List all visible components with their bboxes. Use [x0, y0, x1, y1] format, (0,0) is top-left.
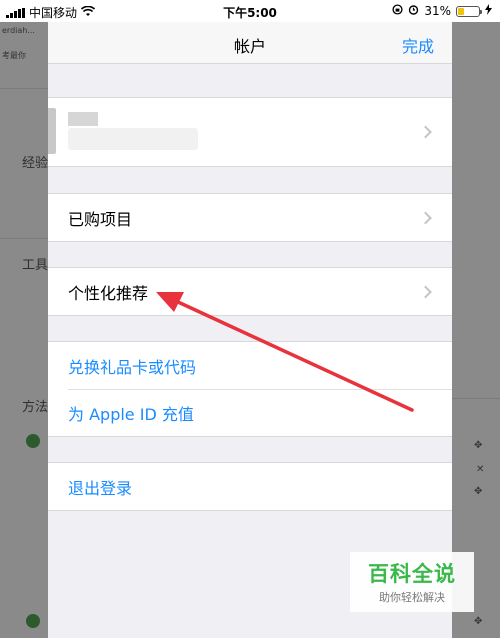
- status-bar: 中国移动 下午5:00 31%: [0, 0, 500, 22]
- move-icon: ✥: [474, 440, 483, 451]
- account-email-redacted: [68, 128, 198, 150]
- avatar: [48, 108, 56, 154]
- redeem-gift-card-row[interactable]: 兑换礼品卡或代码: [48, 342, 452, 389]
- bg-fragment: 考最你: [2, 51, 26, 60]
- sign-out-label: 退出登录: [68, 478, 133, 498]
- chevron-right-icon: [419, 211, 432, 224]
- move-icon: ✥: [474, 486, 483, 497]
- bg-fragment: erdiah...: [2, 26, 35, 35]
- sign-out-row[interactable]: 退出登录: [48, 463, 452, 510]
- chevron-right-icon: [419, 125, 432, 139]
- watermark-title: 百科全说: [368, 562, 456, 586]
- watermark-subtitle: 助你轻松解决: [379, 591, 445, 604]
- bg-fragment-2: 工具: [22, 258, 49, 273]
- bg-green-dot: [26, 614, 40, 628]
- purchased-row[interactable]: 已购项目: [48, 194, 452, 241]
- account-sheet: 帐户 完成 已购项目 个性化推荐 兑换礼品卡或代码 为 Apple ID 充值: [48, 22, 452, 638]
- add-funds-label: 为 Apple ID 充值: [68, 404, 194, 424]
- battery-icon: [456, 5, 482, 17]
- close-icon: ✕: [476, 464, 485, 475]
- purchases-group: 已购项目: [48, 193, 452, 242]
- redeem-label: 兑换礼品卡或代码: [68, 357, 197, 377]
- rotation-lock-icon: [392, 4, 403, 18]
- sign-out-group: 退出登录: [48, 462, 452, 511]
- done-button[interactable]: 完成: [402, 33, 434, 57]
- profile-row[interactable]: [48, 98, 452, 166]
- account-name-redacted: [68, 112, 98, 126]
- personalized-label: 个性化推荐: [68, 283, 149, 303]
- battery-percent: 31%: [424, 4, 451, 18]
- recommendations-group: 个性化推荐: [48, 267, 452, 316]
- battery-fill: [458, 7, 465, 15]
- watermark-logo: 百科全说 助你轻松解决: [350, 552, 474, 612]
- add-funds-row[interactable]: 为 Apple ID 充值: [48, 389, 452, 436]
- bg-divider: [452, 398, 500, 399]
- profile-group: [48, 97, 452, 167]
- bg-fragment-3: 方法: [22, 400, 49, 415]
- bg-divider: [0, 238, 48, 239]
- chevron-right-icon: [419, 285, 432, 298]
- funds-group: 兑换礼品卡或代码 为 Apple ID 充值: [48, 341, 452, 437]
- bg-fragment-1: 经验: [22, 156, 49, 171]
- purchased-label: 已购项目: [68, 209, 133, 229]
- alarm-icon: [408, 4, 419, 18]
- page-title: 帐户: [233, 37, 266, 56]
- navigation-bar: 帐户 完成: [48, 22, 452, 64]
- charging-bolt-icon: [485, 4, 492, 18]
- personalized-recommendations-row[interactable]: 个性化推荐: [48, 268, 452, 315]
- bg-green-dot: [26, 434, 40, 448]
- move-icon: ✥: [474, 616, 483, 627]
- bg-divider: [0, 88, 48, 89]
- status-right: 31%: [392, 4, 492, 18]
